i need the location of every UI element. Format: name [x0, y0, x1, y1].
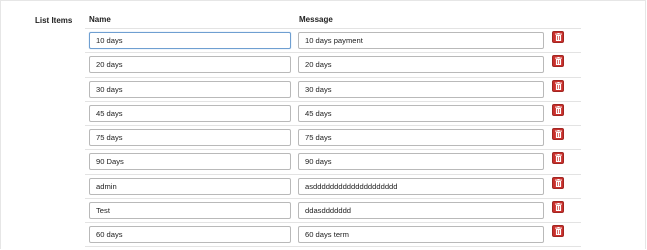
item-message-input[interactable]	[298, 226, 544, 244]
section-label: List Items	[35, 16, 73, 25]
item-name-input[interactable]	[89, 129, 291, 147]
item-message-input[interactable]	[298, 32, 544, 49]
list-item-row	[85, 28, 581, 52]
item-name-input[interactable]	[89, 56, 291, 74]
item-message-input[interactable]	[298, 177, 544, 195]
item-message-input[interactable]	[298, 56, 544, 74]
delete-item-button[interactable]	[552, 103, 564, 116]
trash-icon	[554, 203, 562, 212]
list-item-row	[85, 52, 581, 76]
item-name-input[interactable]	[89, 153, 291, 171]
delete-item-button[interactable]	[552, 225, 564, 238]
delete-item-button[interactable]	[552, 201, 564, 214]
trash-icon	[554, 178, 562, 187]
delete-item-button[interactable]	[552, 79, 564, 92]
list-item-row	[85, 222, 581, 247]
list-items-table	[85, 28, 581, 247]
name-column-header: Name	[89, 15, 111, 24]
list-item-row	[85, 100, 581, 125]
item-name-input[interactable]	[89, 226, 291, 244]
delete-item-button[interactable]	[552, 55, 564, 68]
item-message-input[interactable]	[298, 202, 544, 220]
item-name-input[interactable]	[89, 202, 291, 220]
list-item-row	[85, 173, 581, 198]
list-item-row	[85, 198, 581, 222]
item-name-input[interactable]	[89, 32, 291, 49]
item-name-input[interactable]	[89, 177, 291, 195]
item-name-input[interactable]	[89, 104, 291, 122]
list-item-row	[85, 149, 581, 173]
delete-item-button[interactable]	[552, 128, 564, 141]
list-item-row	[85, 76, 581, 101]
delete-item-button[interactable]	[552, 152, 564, 165]
delete-item-button[interactable]	[552, 176, 564, 189]
item-message-input[interactable]	[298, 104, 544, 122]
trash-icon	[554, 33, 562, 41]
trash-icon	[554, 154, 562, 163]
item-message-input[interactable]	[298, 153, 544, 171]
trash-icon	[554, 130, 562, 139]
trash-icon	[554, 57, 562, 66]
trash-icon	[554, 105, 562, 114]
item-name-input[interactable]	[89, 80, 291, 98]
trash-icon	[554, 227, 562, 236]
trash-icon	[554, 81, 562, 90]
item-message-input[interactable]	[298, 80, 544, 98]
list-item-row	[85, 125, 581, 149]
message-column-header: Message	[299, 15, 333, 24]
item-message-input[interactable]	[298, 129, 544, 147]
delete-item-button[interactable]	[552, 31, 564, 43]
list-items-panel: List Items Name Message	[0, 0, 646, 249]
